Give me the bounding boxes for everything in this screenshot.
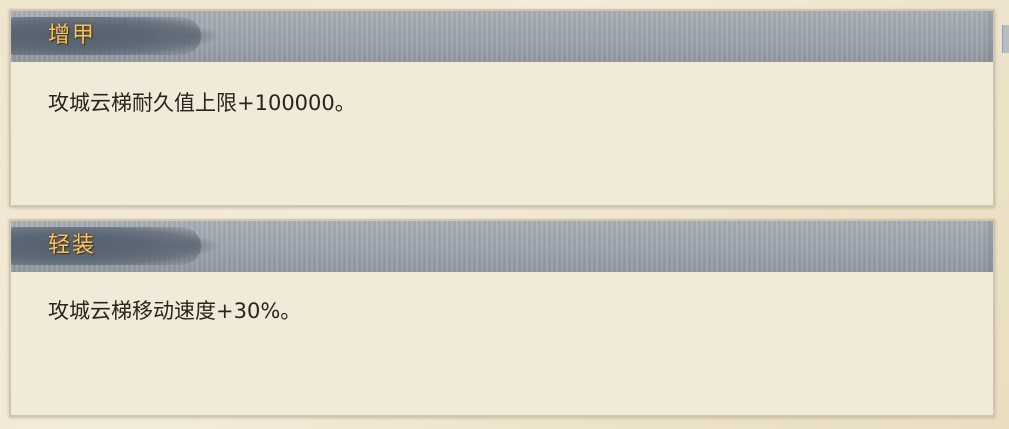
buff-card-header: 轻装 <box>11 221 993 272</box>
scrollbar-thumb[interactable] <box>1002 25 1009 53</box>
buff-description: 攻城云梯耐久值上限+100000。 <box>48 91 356 115</box>
ink-brush-tab <box>11 17 219 55</box>
buff-title: 增甲 <box>48 23 97 48</box>
header-edge-shade <box>983 221 993 272</box>
buff-description: 攻城云梯移动速度+30%。 <box>48 299 302 323</box>
ink-brush-tab <box>11 227 219 265</box>
buff-card-light-gear: 轻装 攻城云梯移动速度+30%。 <box>9 219 995 417</box>
buff-card-header: 增甲 <box>11 11 993 62</box>
buff-title: 轻装 <box>48 233 97 258</box>
buff-card-armor: 增甲 攻城云梯耐久值上限+100000。 <box>9 9 995 207</box>
header-edge-shade <box>983 11 993 62</box>
